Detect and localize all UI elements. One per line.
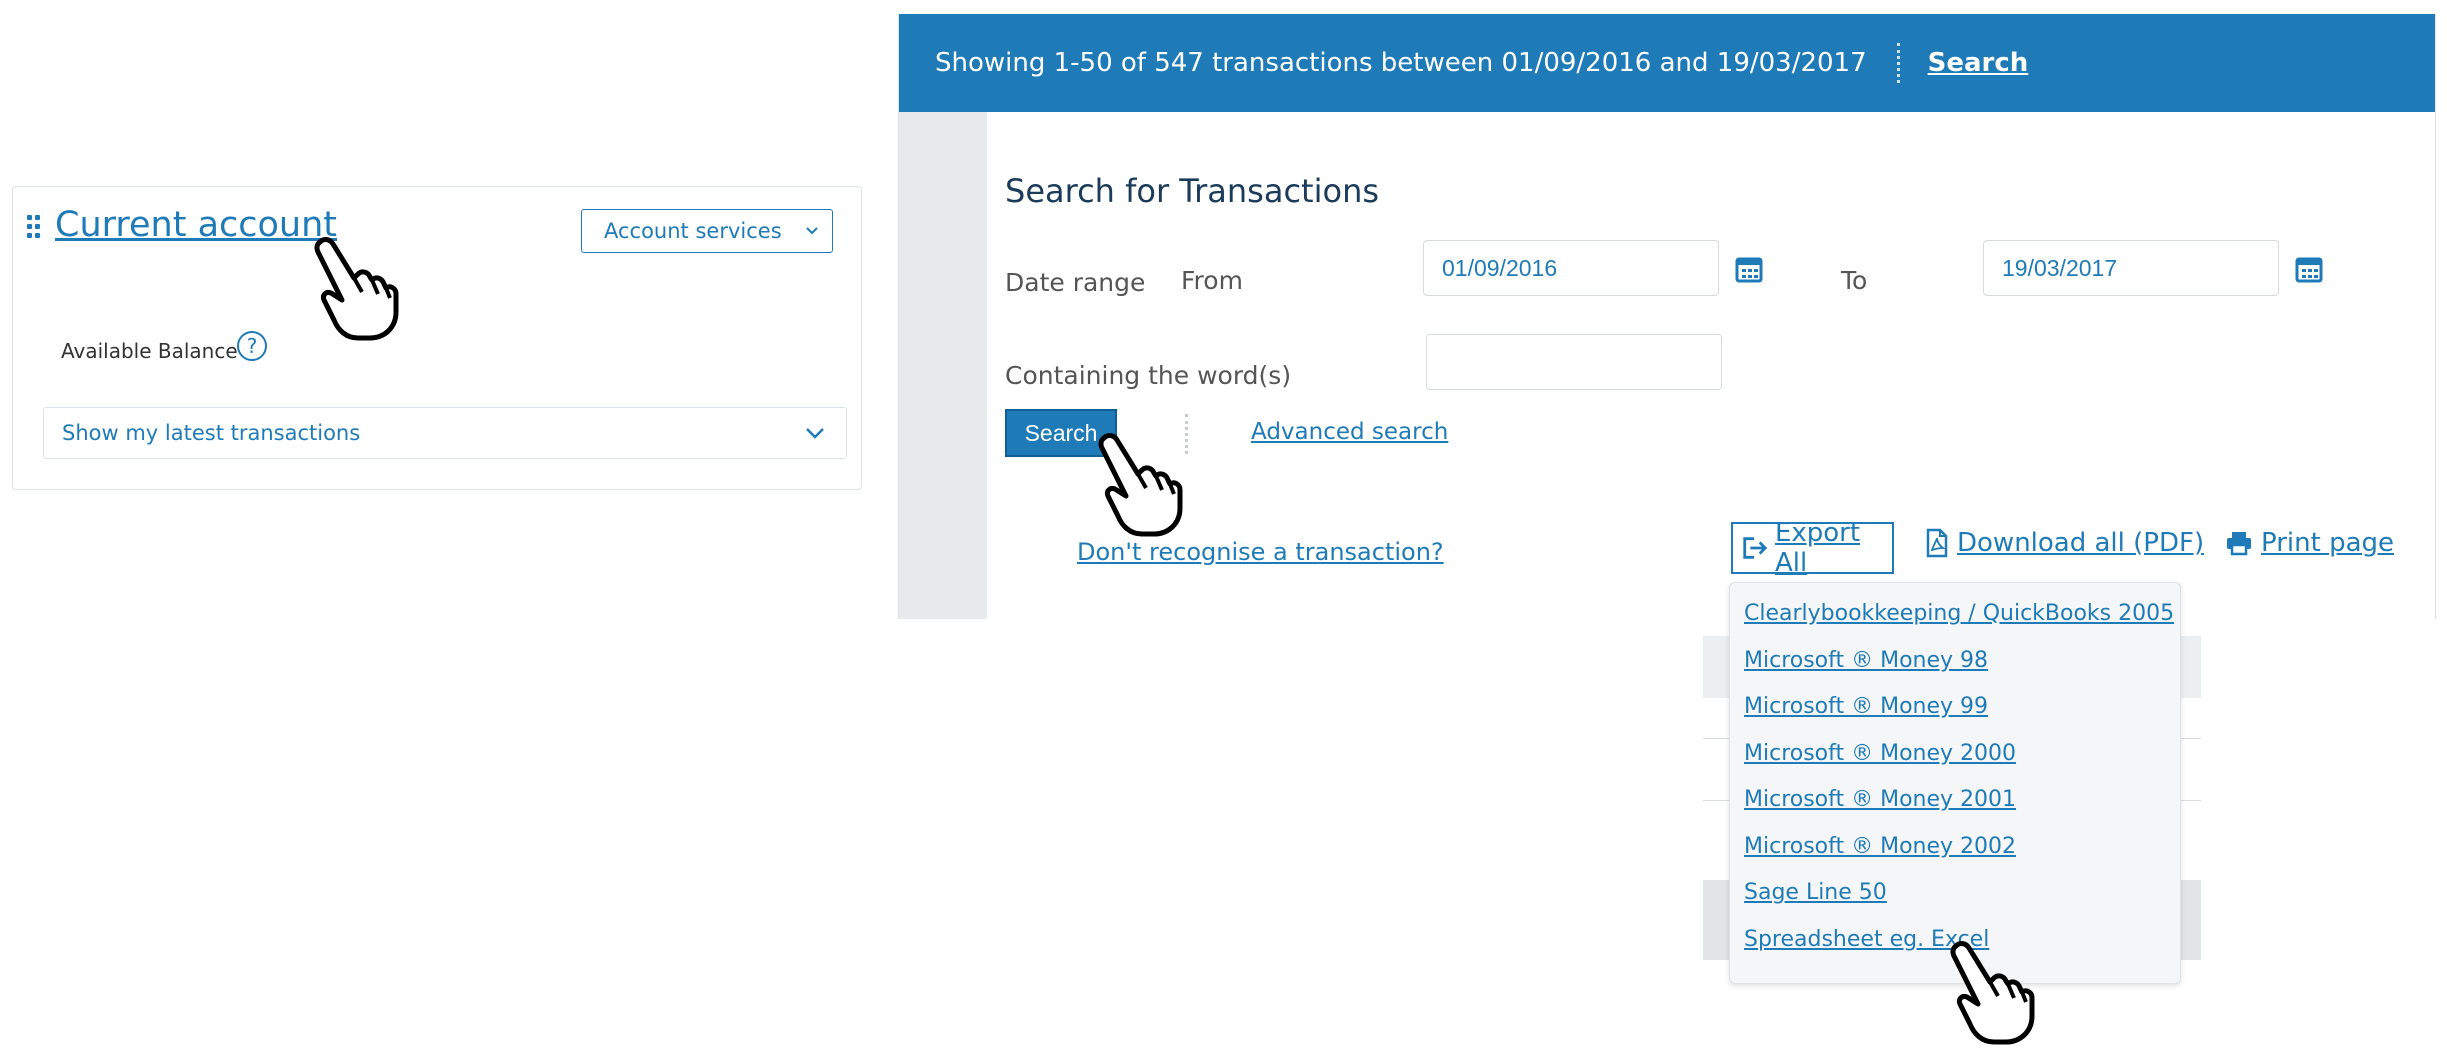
search-heading: Search for Transactions (1005, 172, 1380, 210)
drag-handle-icon[interactable] (27, 215, 43, 241)
current-account-link[interactable]: Current account (55, 205, 337, 245)
header-search-link[interactable]: Search (1928, 48, 2029, 78)
export-all-label: Export All (1774, 518, 1861, 578)
download-all-label: Download all (PDF) (1957, 528, 2205, 558)
account-services-label: Account services (604, 219, 782, 243)
side-strip (899, 112, 987, 619)
calendar-icon[interactable] (2295, 255, 2323, 283)
containing-words-label: Containing the word(s) (1005, 361, 1292, 390)
print-page-link[interactable]: Print page (2225, 528, 2394, 558)
available-balance-label: Available Balance (61, 339, 238, 363)
export-format-item: Microsoft ® Money 2000 (1744, 741, 2180, 788)
help-icon[interactable]: ? (237, 331, 267, 361)
dont-recognise-link[interactable]: Don't recognise a transaction? (1077, 538, 1444, 566)
pdf-icon (1926, 528, 1948, 558)
to-date-input[interactable] (1983, 240, 2279, 296)
transactions-summary: Showing 1-50 of 547 transactions between… (935, 48, 1867, 78)
export-format-item: Microsoft ® Money 99 (1744, 694, 2180, 741)
export-format-item: Microsoft ® Money 98 (1744, 648, 2180, 695)
export-money-98-link[interactable]: Microsoft ® Money 98 (1744, 648, 1988, 673)
printer-icon (2227, 532, 2251, 556)
export-format-item: Spreadsheet eg. Excel (1744, 927, 2180, 974)
containing-words-input[interactable] (1426, 334, 1722, 390)
calendar-icon[interactable] (1735, 255, 1763, 283)
account-services-dropdown[interactable]: Account services (581, 209, 833, 253)
export-format-item: Clearlybookkeeping / QuickBooks 2005 (1744, 601, 2180, 648)
chevron-down-icon (806, 428, 824, 439)
button-separator (1185, 414, 1188, 454)
export-format-item: Microsoft ® Money 2001 (1744, 787, 2180, 834)
print-page-label: Print page (2261, 528, 2395, 558)
export-format-item: Microsoft ® Money 2002 (1744, 834, 2180, 881)
export-spreadsheet-link[interactable]: Spreadsheet eg. Excel (1744, 927, 1989, 952)
transactions-header-bar: Showing 1-50 of 547 transactions between… (899, 14, 2435, 112)
export-money-2000-link[interactable]: Microsoft ® Money 2000 (1744, 741, 2016, 766)
export-money-2002-link[interactable]: Microsoft ® Money 2002 (1744, 834, 2016, 859)
export-icon (1743, 537, 1768, 559)
export-format-menu: Clearlybookkeeping / QuickBooks 2005 Mic… (1729, 582, 2181, 984)
chevron-down-icon (806, 227, 818, 235)
latest-transactions-label: Show my latest transactions (62, 421, 361, 445)
search-button[interactable]: Search (1005, 409, 1117, 457)
header-separator (1896, 43, 1900, 83)
export-money-99-link[interactable]: Microsoft ® Money 99 (1744, 694, 1988, 719)
advanced-search-link[interactable]: Advanced search (1251, 419, 1448, 445)
from-label: From (1181, 266, 1243, 295)
show-latest-transactions-toggle[interactable]: Show my latest transactions (43, 407, 847, 459)
export-all-button[interactable]: Export All (1731, 518, 1894, 578)
export-money-2001-link[interactable]: Microsoft ® Money 2001 (1744, 787, 2016, 812)
transactions-panel: Showing 1-50 of 547 transactions between… (898, 14, 2436, 619)
download-all-pdf-link[interactable]: Download all (PDF) (1925, 528, 2204, 558)
to-label: To (1841, 266, 1868, 295)
date-range-label: Date range (1005, 268, 1146, 297)
export-quickbooks-link[interactable]: Clearlybookkeeping / QuickBooks 2005 (1744, 601, 2174, 626)
export-format-item: Sage Line 50 (1744, 880, 2180, 927)
current-account-panel: Current account Account services Availab… (12, 186, 862, 490)
export-format-list: Clearlybookkeeping / QuickBooks 2005 Mic… (1730, 583, 2180, 973)
from-date-input[interactable] (1423, 240, 1719, 296)
export-sage-line-50-link[interactable]: Sage Line 50 (1744, 880, 1887, 905)
